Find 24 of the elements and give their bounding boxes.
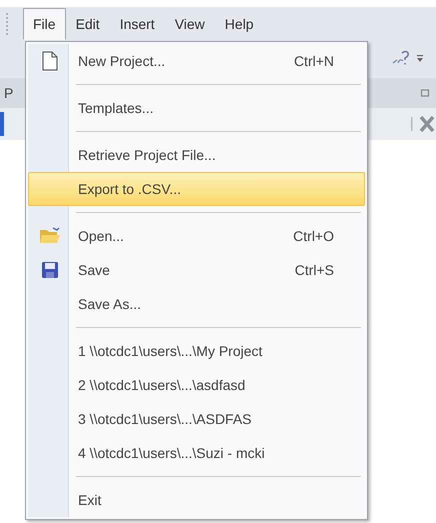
panel-edge [0,112,4,136]
menu-item[interactable]: Save Ctrl+S [28,253,365,287]
menu-item[interactable]: 2 \\otcdc1\users\...\asdfasd [28,368,365,402]
menu-item[interactable]: Exit [28,483,365,517]
document-icon [42,51,58,71]
menu-title[interactable]: File [23,8,66,40]
menu-item[interactable]: 4 \\otcdc1\users\...\Suzi - mcki [28,436,365,470]
menu-item[interactable]: New Project... Ctrl+N [28,44,365,78]
panel-title: P [4,85,14,101]
menu-item[interactable]: Retrieve Project File... [28,138,365,172]
gripper-icon[interactable] [6,13,11,35]
menu-item[interactable]: Open... Ctrl+O [28,219,365,253]
close-icon[interactable] [410,113,436,135]
menu-item[interactable]: Save As... [28,287,365,321]
menu-item[interactable]: Templates... [28,91,365,125]
menu-title[interactable]: View [164,8,215,40]
dropdown-icon[interactable] [416,53,424,63]
menu-title[interactable]: Insert [110,8,165,40]
menu-item[interactable]: 3 \\otcdc1\users\...\ASDFAS [28,402,365,436]
menu-title[interactable]: Help [214,8,264,40]
menu-item[interactable]: 1 \\otcdc1\users\...\My Project [28,334,365,368]
folder-icon [39,227,61,245]
menu-item[interactable]: Export to .CSV... [28,172,365,206]
menu-title[interactable]: Edit [66,8,110,40]
